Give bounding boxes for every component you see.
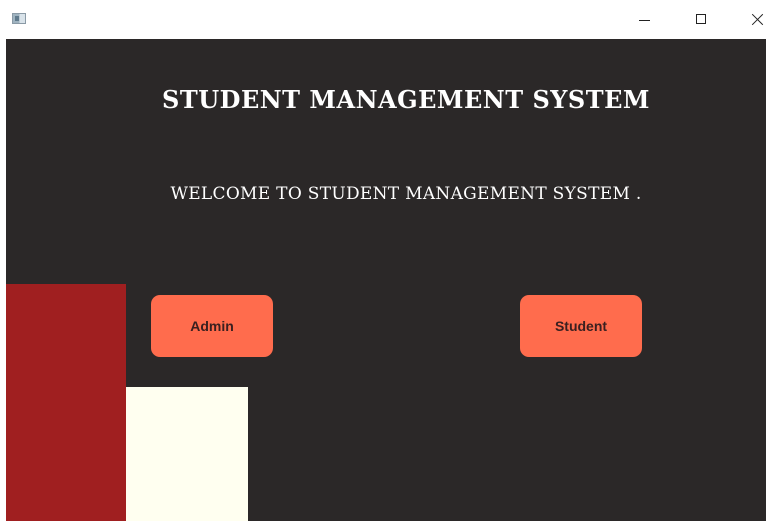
page-title: STUDENT MANAGEMENT SYSTEM: [162, 85, 650, 114]
admin-button[interactable]: Admin: [151, 295, 273, 357]
close-icon: [751, 13, 764, 26]
main-panel: STUDENT MANAGEMENT SYSTEM WELCOME TO STU…: [6, 39, 766, 521]
student-button[interactable]: Student: [520, 295, 642, 357]
minimize-icon: [639, 20, 650, 21]
maximize-button[interactable]: [680, 0, 726, 39]
minimize-button[interactable]: [626, 0, 672, 39]
close-button[interactable]: [734, 0, 772, 39]
student-button-label: Student: [554, 318, 608, 334]
admin-button-label: Admin: [190, 318, 234, 334]
title-bar[interactable]: [0, 0, 772, 39]
maximize-icon: [696, 14, 706, 24]
app-window: STUDENT MANAGEMENT SYSTEM WELCOME TO STU…: [0, 0, 772, 521]
decorative-cream-block: [126, 387, 248, 521]
welcome-message: WELCOME TO STUDENT MANAGEMENT SYSTEM .: [170, 184, 642, 204]
app-icon: [12, 13, 26, 24]
decorative-red-block: [6, 284, 126, 521]
